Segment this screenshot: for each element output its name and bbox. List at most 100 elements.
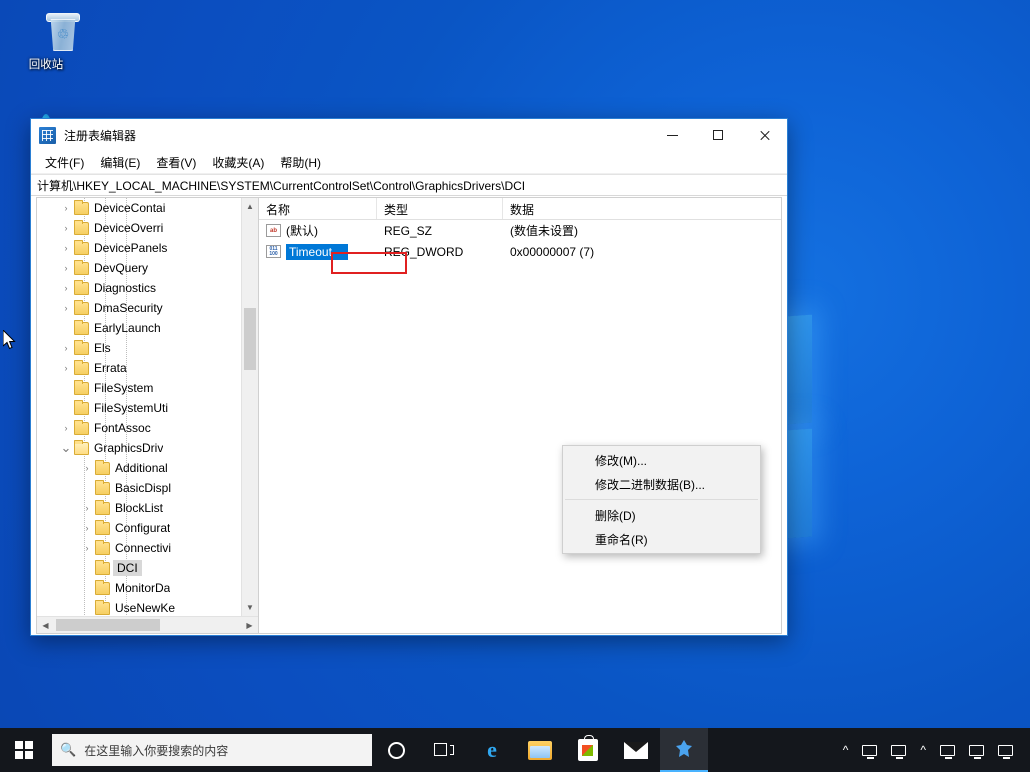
tray-network-icon[interactable] — [933, 744, 962, 759]
tree-item-label: DCI — [113, 560, 142, 576]
taskbar-button-edge[interactable]: e — [468, 728, 516, 772]
menu-item-view[interactable]: 查看(V) — [148, 152, 204, 173]
value-type: REG_DWORD — [384, 244, 464, 259]
tray-network-icon[interactable] — [962, 744, 991, 759]
chevron-down-icon[interactable]: ⌄ — [58, 438, 74, 458]
file-explorer-icon — [528, 740, 552, 760]
tree-horizontal-scrollbar[interactable]: ◀ ▶ — [37, 616, 258, 633]
maximize-button[interactable] — [695, 119, 741, 151]
context-menu-separator — [565, 499, 758, 500]
window-controls — [649, 119, 787, 151]
registry-tree[interactable]: › DeviceContai › DeviceOverri › DevicePanels ›… — [37, 198, 258, 616]
tray-network-icon[interactable] — [855, 744, 884, 759]
folder-icon — [95, 539, 110, 555]
start-button[interactable] — [0, 728, 48, 772]
taskbar-button-mail[interactable] — [612, 728, 660, 772]
tree-item-usenewke[interactable]: UseNewKe — [37, 598, 258, 616]
chevron-right-icon[interactable]: › — [58, 238, 74, 258]
tray-network-icon[interactable] — [991, 744, 1020, 759]
menu-item-help[interactable]: 帮助(H) — [272, 152, 329, 173]
tree-item-basicdispl[interactable]: BasicDispl — [37, 478, 258, 498]
cortana-icon — [387, 741, 405, 759]
tree-item-connectivi[interactable]: › Connectivi — [37, 538, 258, 558]
chevron-right-icon[interactable]: › — [58, 418, 74, 438]
scroll-down-arrow[interactable]: ▼ — [242, 599, 258, 616]
tree-item-monitorda[interactable]: MonitorDa — [37, 578, 258, 598]
folder-icon — [95, 479, 110, 495]
value-row[interactable]: 011 100 Timeout REG_DWORD 0x00000007 (7) — [259, 241, 781, 262]
tree-item-additional[interactable]: › Additional — [37, 458, 258, 478]
tree-item-label: FileSystemUti — [94, 401, 169, 415]
tree-item-label: EarlyLaunch — [94, 321, 161, 335]
tree-item-configurat[interactable]: › Configurat — [37, 518, 258, 538]
taskbar-button-regedit[interactable] — [660, 728, 708, 772]
chevron-right-icon[interactable]: › — [58, 278, 74, 298]
column-header-type[interactable]: 类型 — [377, 198, 503, 219]
chevron-right-icon[interactable]: › — [58, 218, 74, 238]
tree-item-fontassoc[interactable]: › FontAssoc — [37, 418, 258, 438]
tree-item-label: DevQuery — [94, 261, 149, 275]
tree-item-errata[interactable]: › Errata — [37, 358, 258, 378]
edge-icon: e — [487, 737, 497, 762]
tree-scrollbar-thumb[interactable] — [244, 308, 256, 370]
menu-item-file[interactable]: 文件(F) — [37, 152, 92, 173]
tree-item-label: Configurat — [115, 521, 171, 535]
tree-item-filesystemuti[interactable]: FileSystemUti — [37, 398, 258, 418]
tree-item-els[interactable]: › Els — [37, 338, 258, 358]
chevron-right-icon[interactable]: › — [58, 298, 74, 318]
chevron-right-icon[interactable]: › — [79, 458, 95, 478]
value-row[interactable]: ab (默认) REG_SZ (数值未设置) — [259, 220, 781, 241]
taskbar-search-box[interactable]: 🔍 在这里输入你要搜索的内容 — [52, 734, 372, 766]
desktop: ♲ 回收站 e Mic... 此... 注册表编辑器 文件(F) 编辑(E) — [0, 0, 1030, 772]
tree-item-earlylaunch[interactable]: EarlyLaunch — [37, 318, 258, 338]
column-header-data[interactable]: 数据 — [503, 198, 781, 219]
tree-item-graphicsdriv[interactable]: ⌄ GraphicsDriv — [37, 438, 258, 458]
context-menu-item-modify-binary[interactable]: 修改二进制数据(B)... — [563, 472, 760, 496]
taskbar-button-file-explorer[interactable] — [516, 728, 564, 772]
close-button[interactable] — [741, 119, 787, 151]
chevron-right-icon[interactable]: › — [58, 198, 74, 218]
context-menu-item-delete[interactable]: 删除(D) — [563, 503, 760, 527]
address-bar[interactable]: 计算机\HKEY_LOCAL_MACHINE\SYSTEM\CurrentCon… — [31, 174, 787, 196]
menu-item-edit[interactable]: 编辑(E) — [92, 152, 148, 173]
column-header-name[interactable]: 名称 — [259, 198, 377, 219]
folder-icon — [74, 419, 89, 435]
taskbar-button-store[interactable] — [564, 728, 612, 772]
tree-item-devicecontai[interactable]: › DeviceContai — [37, 198, 258, 218]
tree-item-dci[interactable]: DCI — [37, 558, 258, 578]
window-title-bar[interactable]: 注册表编辑器 — [31, 119, 787, 151]
menu-item-favorites[interactable]: 收藏夹(A) — [204, 152, 272, 173]
tree-item-label: FileSystem — [94, 381, 154, 395]
desktop-icon-recycle-bin[interactable]: ♲ 回收站 — [8, 12, 84, 72]
scroll-up-arrow[interactable]: ▲ — [242, 198, 258, 215]
context-menu-item-modify[interactable]: 修改(M)... — [563, 448, 760, 472]
tree-item-filesystem[interactable]: FileSystem — [37, 378, 258, 398]
chevron-right-icon[interactable]: › — [79, 538, 95, 558]
tree-item-label: Diagnostics — [94, 281, 157, 295]
tree-item-dmasecurity[interactable]: › DmaSecurity — [37, 298, 258, 318]
chevron-right-icon[interactable]: › — [58, 358, 74, 378]
context-menu-item-rename[interactable]: 重命名(R) — [563, 527, 760, 551]
chevron-right-icon[interactable]: › — [79, 498, 95, 518]
chevron-right-icon[interactable]: › — [58, 258, 74, 278]
chevron-right-icon[interactable]: › — [58, 338, 74, 358]
windows-logo-icon — [15, 741, 33, 759]
tree-item-devicepanels[interactable]: › DevicePanels — [37, 238, 258, 258]
tray-network-icon[interactable] — [884, 744, 913, 759]
tree-item-diagnostics[interactable]: › Diagnostics — [37, 278, 258, 298]
tree-item-devquery[interactable]: › DevQuery — [37, 258, 258, 278]
taskbar-button-cortana[interactable] — [372, 728, 420, 772]
taskbar-button-task-view[interactable] — [420, 728, 468, 772]
chevron-right-icon[interactable]: › — [79, 518, 95, 538]
maximize-icon — [713, 130, 723, 140]
tree-item-blocklist[interactable]: › BlockList — [37, 498, 258, 518]
minimize-button[interactable] — [649, 119, 695, 151]
tree-hscrollbar-thumb[interactable] — [56, 619, 160, 631]
scroll-right-arrow[interactable]: ▶ — [241, 621, 258, 630]
tray-chevron-up-icon[interactable]: ^ — [913, 743, 933, 757]
tree-item-label: DevicePanels — [94, 241, 168, 255]
tree-item-deviceoverri[interactable]: › DeviceOverri — [37, 218, 258, 238]
scroll-left-arrow[interactable]: ◀ — [37, 621, 54, 630]
tree-vertical-scrollbar[interactable]: ▲ ▼ — [241, 198, 258, 616]
tray-chevron-up-icon[interactable]: ^ — [836, 743, 856, 757]
